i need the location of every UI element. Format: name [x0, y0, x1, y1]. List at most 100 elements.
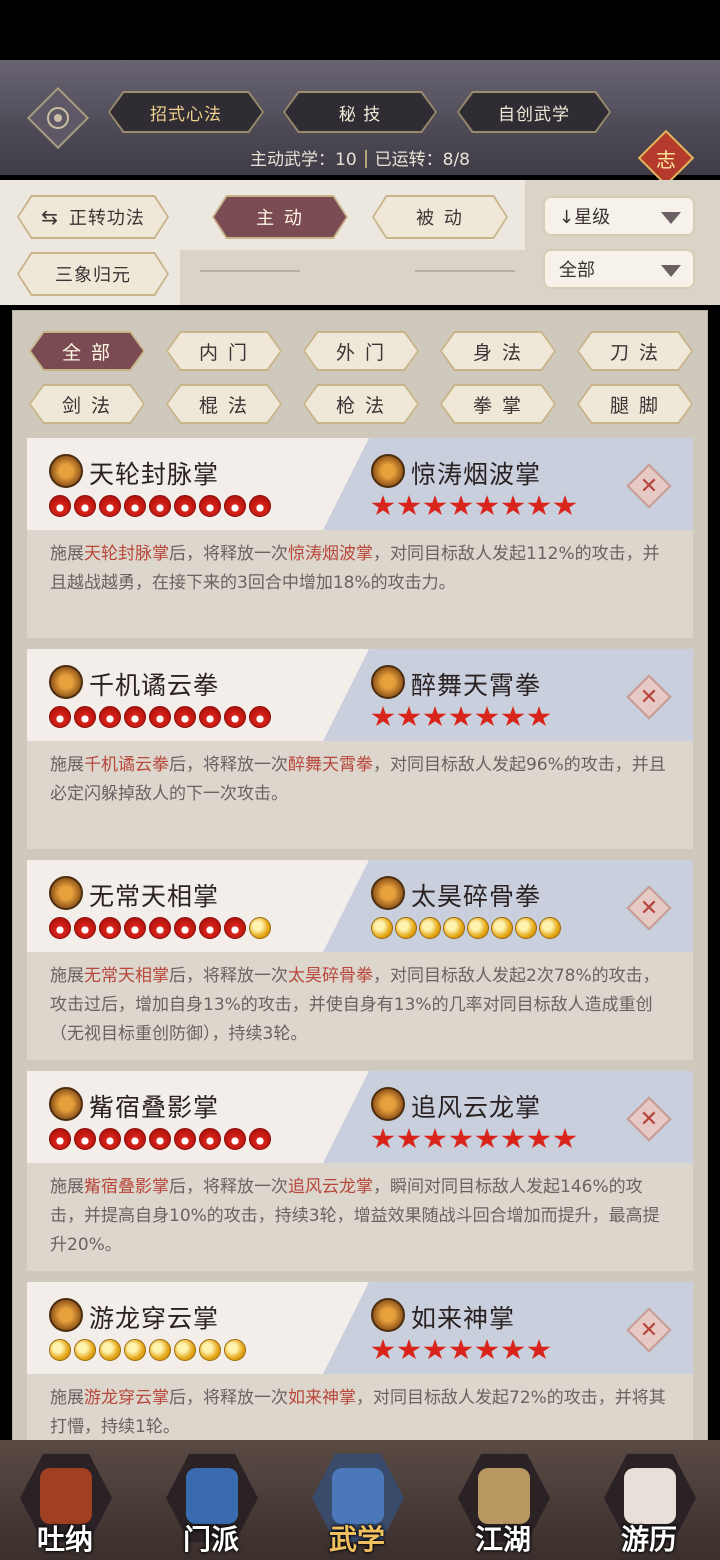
category-tag[interactable]: 棍 法	[168, 386, 280, 422]
running-count: 已运转：8/8	[374, 150, 470, 170]
category-tag[interactable]: 刀 法	[579, 333, 691, 369]
combo-left-rank	[49, 917, 271, 939]
fire-rank-icon	[99, 495, 121, 517]
star-rank-icon	[449, 495, 473, 516]
fire-rank-icon	[249, 495, 271, 517]
nav-label: 江湖	[474, 1523, 531, 1556]
scope-select-value: 全部	[559, 260, 595, 281]
category-tag[interactable]: 腿 脚	[579, 386, 691, 422]
combo-card[interactable]: 游龙穿云掌 如来神掌 ✕ 施展游龙穿云掌后，将释放一次如来神掌，对同目标敌人发起72%…	[27, 1282, 693, 1449]
category-tag[interactable]: 身 法	[442, 333, 554, 369]
fire-rank-icon	[224, 495, 246, 517]
nav-item-3[interactable]: 江湖	[448, 1448, 558, 1560]
sanxiang-button[interactable]: 三象归元	[19, 254, 167, 294]
nav-art-icon	[478, 1468, 530, 1524]
nav-item-0[interactable]: 吐纳	[10, 1448, 120, 1560]
tab-secret[interactable]: 秘 技	[285, 93, 435, 131]
skill-emblem-icon	[371, 454, 405, 488]
nav-item-4[interactable]: 游历	[594, 1448, 704, 1560]
fire-rank-icon	[49, 706, 71, 728]
moon-rank-icon	[74, 1339, 96, 1361]
moon-rank-icon	[443, 917, 465, 939]
fire-rank-icon	[224, 706, 246, 728]
eye-icon[interactable]	[47, 107, 69, 129]
category-tag[interactable]: 枪 法	[305, 386, 417, 422]
combo-description: 施展千机谲云拳后，将释放一次醉舞天霄拳，对同目标敌人发起96%的攻击，并且必定闪…	[50, 751, 675, 809]
fire-rank-icon	[49, 495, 71, 517]
desc-text: 后，将释放一次	[169, 966, 288, 986]
star-rank-icon	[371, 1128, 395, 1149]
fire-rank-icon	[174, 917, 196, 939]
moon-rank-icon	[371, 917, 393, 939]
tab-custom[interactable]: 自创武学	[459, 93, 609, 131]
fire-rank-icon	[49, 917, 71, 939]
star-rank-icon	[423, 495, 447, 516]
star-rank-icon	[553, 1128, 577, 1149]
desc-text: 施展	[50, 755, 84, 775]
star-rank-icon	[475, 706, 499, 727]
skill-emblem-icon	[49, 665, 83, 699]
deco-line	[415, 270, 515, 272]
fire-rank-icon	[149, 1128, 171, 1150]
skill-link: 游龙穿云掌	[84, 1388, 169, 1408]
desc-text: 后，将释放一次	[169, 1388, 288, 1408]
combo-card[interactable]: 天轮封脉掌 惊涛烟波掌 ✕ 施展天轮封脉掌后，将释放一次惊涛烟波掌，对同目标敌人发起1…	[27, 438, 693, 638]
category-tag[interactable]: 拳 掌	[442, 386, 554, 422]
fire-rank-icon	[124, 917, 146, 939]
category-tag[interactable]: 内 门	[168, 333, 280, 369]
fire-rank-icon	[124, 706, 146, 728]
combo-right-rank	[371, 1128, 577, 1150]
combo-card[interactable]: 觜宿叠影掌 追风云龙掌 ✕ 施展觜宿叠影掌后，将释放一次追风云龙掌，瞬间对同目标敌人发…	[27, 1071, 693, 1271]
moon-rank-icon	[539, 917, 561, 939]
fire-rank-icon	[99, 706, 121, 728]
rotate-label: 正转功法	[68, 208, 145, 229]
star-rank-icon	[397, 1339, 421, 1360]
desc-text: 施展	[50, 544, 84, 564]
category-tag[interactable]: 全 部	[31, 333, 143, 369]
rotate-button[interactable]: ⇆ 正转功法	[19, 197, 167, 237]
star-rank-icon	[423, 1128, 447, 1149]
fire-rank-icon	[149, 706, 171, 728]
category-tag[interactable]: 外 门	[305, 333, 417, 369]
nav-item-1[interactable]: 门派	[156, 1448, 266, 1560]
moon-rank-icon	[124, 1339, 146, 1361]
mode-active-button[interactable]: 主 动	[214, 197, 346, 237]
tab-moves[interactable]: 招式心法	[110, 93, 262, 131]
scope-select[interactable]: 全部	[543, 249, 695, 289]
combo-card[interactable]: 千机谲云拳 醉舞天霄拳 ✕ 施展千机谲云拳后，将释放一次醉舞天霄拳，对同目标敌人发起9…	[27, 649, 693, 849]
moon-rank-icon	[149, 1339, 171, 1361]
star-rank-icon	[501, 706, 525, 727]
sort-select[interactable]: ↓星级	[543, 196, 695, 236]
nav-art-icon	[186, 1468, 238, 1524]
star-rank-icon	[527, 495, 551, 516]
fire-rank-icon	[249, 706, 271, 728]
mode-passive-button[interactable]: 被 动	[374, 197, 506, 237]
desc-text: 后，将释放一次	[169, 544, 288, 564]
skill-emblem-icon	[371, 665, 405, 699]
star-rank-icon	[553, 495, 577, 516]
chinese-knot[interactable]: 志	[637, 122, 695, 222]
star-rank-icon	[501, 1128, 525, 1149]
category-tag[interactable]: 剑 法	[31, 386, 143, 422]
combo-left-rank	[49, 495, 271, 517]
star-rank-icon	[397, 1128, 421, 1149]
deco-line	[200, 270, 300, 272]
nav-label: 游历	[620, 1523, 677, 1556]
combo-description: 施展觜宿叠影掌后，将释放一次追风云龙掌，瞬间对同目标敌人发起146%的攻击，并提…	[50, 1173, 675, 1260]
star-rank-icon	[371, 706, 395, 727]
star-rank-icon	[475, 1128, 499, 1149]
star-rank-icon	[371, 495, 395, 516]
combo-left-name: 无常天相掌	[89, 882, 220, 911]
fire-rank-icon	[74, 917, 96, 939]
skill-emblem-icon	[371, 876, 405, 910]
skill-emblem-icon	[49, 1298, 83, 1332]
combo-left-name: 千机谲云拳	[89, 671, 220, 700]
knot-char: 志	[656, 148, 676, 172]
close-icon: ✕	[639, 473, 659, 499]
combo-right-name: 醉舞天霄拳	[411, 671, 542, 700]
nav-item-2[interactable]: 武学	[302, 1448, 412, 1560]
skill-emblem-icon	[371, 1298, 405, 1332]
combo-card[interactable]: 无常天相掌 太昊碎骨拳 ✕ 施展无常天相掌后，将释放一次太昊碎骨拳，对同目标敌人发起2…	[27, 860, 693, 1060]
fire-rank-icon	[124, 495, 146, 517]
skill-emblem-icon	[49, 454, 83, 488]
